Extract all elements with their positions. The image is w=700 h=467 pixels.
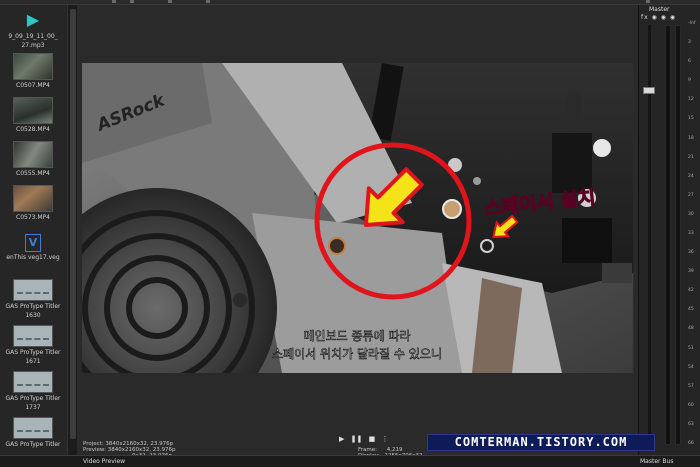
meter-scale-tick: 9 xyxy=(688,78,691,84)
toolbar-button[interactable] xyxy=(646,0,650,3)
audio-file-icon: ▶ xyxy=(26,10,40,29)
tab-video-preview[interactable]: Video Preview xyxy=(83,458,125,465)
meter-scale-tick: 33 xyxy=(688,231,694,236)
subtitle-line-1: 메인보드 종류에 따라 xyxy=(304,329,411,343)
media-item-label: 1630 xyxy=(25,312,41,319)
media-item-label: 9_09_19_11_00_ xyxy=(8,33,58,40)
video-thumbnail xyxy=(13,53,53,80)
media-item-label: C0528.MP4 xyxy=(16,126,50,133)
media-item-video[interactable]: C0573.MP4 xyxy=(0,185,66,221)
scrollbar-thumb[interactable] xyxy=(70,9,76,439)
bottom-tab-bar: Video Preview Master Bus xyxy=(0,455,700,467)
preview-frame[interactable]: ASRock 스페이서 설치 메인보드 종류에 따라 스페이서 위치가 달라질 … xyxy=(82,63,633,373)
meter-scale-tick: 39 xyxy=(688,269,694,275)
meter-scale-tick: 51 xyxy=(688,345,694,351)
media-item-label: C0555.MP4 xyxy=(16,170,50,177)
media-item-label: 1671 xyxy=(25,358,41,365)
watermark: COMTERMAN.TISTORY.COM xyxy=(427,434,655,451)
meter-scale-tick: 42 xyxy=(688,288,694,294)
meter-scale-tick: 63 xyxy=(688,421,694,427)
meter-scale-tick: 24 xyxy=(688,173,694,179)
master-fader-handle[interactable] xyxy=(643,87,655,94)
media-item-label: GAS ProType Titler xyxy=(5,303,61,310)
pause-button[interactable]: ❚❚ xyxy=(351,435,363,443)
meter-scale-tick: 60 xyxy=(688,402,694,408)
media-item-label: 27.mp3 xyxy=(21,42,45,49)
meter-scale-tick: 18 xyxy=(688,135,694,141)
meter-scale-tick: 6 xyxy=(688,59,691,65)
play-button[interactable]: ▶ xyxy=(339,435,344,443)
toolbar-button[interactable] xyxy=(130,0,134,3)
meter-scale-tick: 21 xyxy=(688,154,694,160)
preview-video-image: ASRock 스페이서 설치 메인보드 종류에 따라 스페이서 위치가 달라질 … xyxy=(82,63,633,373)
media-item-video[interactable]: C0507.MP4 xyxy=(0,53,66,89)
meter-scale-tick: -Inf xyxy=(688,21,696,26)
meter-scale-tick: 54 xyxy=(688,364,694,370)
media-item-titler[interactable]: GAS ProType Titler 1630 xyxy=(0,279,66,319)
preview-label: Preview: xyxy=(83,447,106,453)
meter-scale-tick: 27 xyxy=(688,192,694,198)
video-thumbnail xyxy=(13,97,53,124)
project-media-panel: ▶ 9_09_19_11_00_ 27.mp3 C0507.MP4 C0528.… xyxy=(0,5,77,455)
media-item-audio[interactable]: ▶ 9_09_19_11_00_ 27.mp3 xyxy=(0,9,66,49)
media-item-label: GAS ProType Titler xyxy=(5,441,61,448)
media-item-label: C0573.MP4 xyxy=(16,214,50,221)
video-thumbnail xyxy=(13,141,53,168)
media-item-label: GAS ProType Titler xyxy=(5,395,61,402)
media-item-video[interactable]: C0555.MP4 xyxy=(0,141,66,177)
meter-scale-tick: 30 xyxy=(688,211,694,217)
video-thumbnail xyxy=(13,185,53,212)
more-button[interactable]: ⋮ xyxy=(381,435,388,443)
meter-scale-tick: 45 xyxy=(688,307,694,313)
media-item-label: GAS ProType Titler xyxy=(5,349,61,356)
media-item-label: enThis veg17.veg xyxy=(6,254,60,261)
level-meter-right xyxy=(675,25,681,445)
chip xyxy=(562,218,612,263)
meter-scale-tick: 12 xyxy=(688,97,694,103)
media-item-video[interactable]: C0528.MP4 xyxy=(0,97,66,133)
fx-buttons[interactable]: fx ◉ ◉ ◉ xyxy=(641,14,676,21)
media-item-label: 1737 xyxy=(25,404,41,411)
meter-scale-tick: 36 xyxy=(688,250,694,256)
media-item-titler[interactable]: GAS ProType Titler 1671 xyxy=(0,325,66,365)
toolbar-button[interactable] xyxy=(112,0,116,3)
vegas-project-icon: V xyxy=(25,234,41,252)
titler-thumbnail xyxy=(13,417,53,439)
meter-scale-tick: 57 xyxy=(688,383,694,389)
meter-scale-tick: 3 xyxy=(688,40,691,46)
toolbar-button[interactable] xyxy=(168,0,172,3)
subtitle-line-2: 스페이서 위치가 달라질 수 있으니 xyxy=(272,347,442,361)
titler-thumbnail xyxy=(13,325,53,347)
tab-master-bus[interactable]: Master Bus xyxy=(640,458,673,465)
meter-scale-tick: 66 xyxy=(688,441,694,446)
titler-thumbnail xyxy=(13,279,53,301)
meter-scale-tick: 15 xyxy=(688,116,694,122)
media-item-project[interactable]: V enThis veg17.veg xyxy=(0,234,66,261)
media-scrollbar[interactable] xyxy=(67,5,77,455)
meter-scale-tick: 48 xyxy=(688,326,694,332)
media-item-label: C0507.MP4 xyxy=(16,82,50,89)
stop-button[interactable]: ■ xyxy=(369,435,376,443)
master-title: Master xyxy=(649,6,670,13)
master-bus-panel: Master fx ◉ ◉ ◉ -Inf 3 6 9 12 15 18 21 24 27 30 33 3… xyxy=(638,5,700,455)
media-item-titler[interactable]: GAS ProType Titler xyxy=(0,417,66,448)
level-meter-left xyxy=(665,25,671,445)
video-preview-panel: ASRock 스페이서 설치 메인보드 종류에 따라 스페이서 위치가 달라질 … xyxy=(77,5,638,459)
media-item-titler[interactable]: GAS ProType Titler 1737 xyxy=(0,371,66,411)
toolbar-button[interactable] xyxy=(206,0,210,3)
transport-controls: ▶ ❚❚ ■ ⋮ xyxy=(339,435,392,443)
watermark-text: COMTERMAN.TISTORY.COM xyxy=(454,435,628,449)
titler-thumbnail xyxy=(13,371,53,393)
